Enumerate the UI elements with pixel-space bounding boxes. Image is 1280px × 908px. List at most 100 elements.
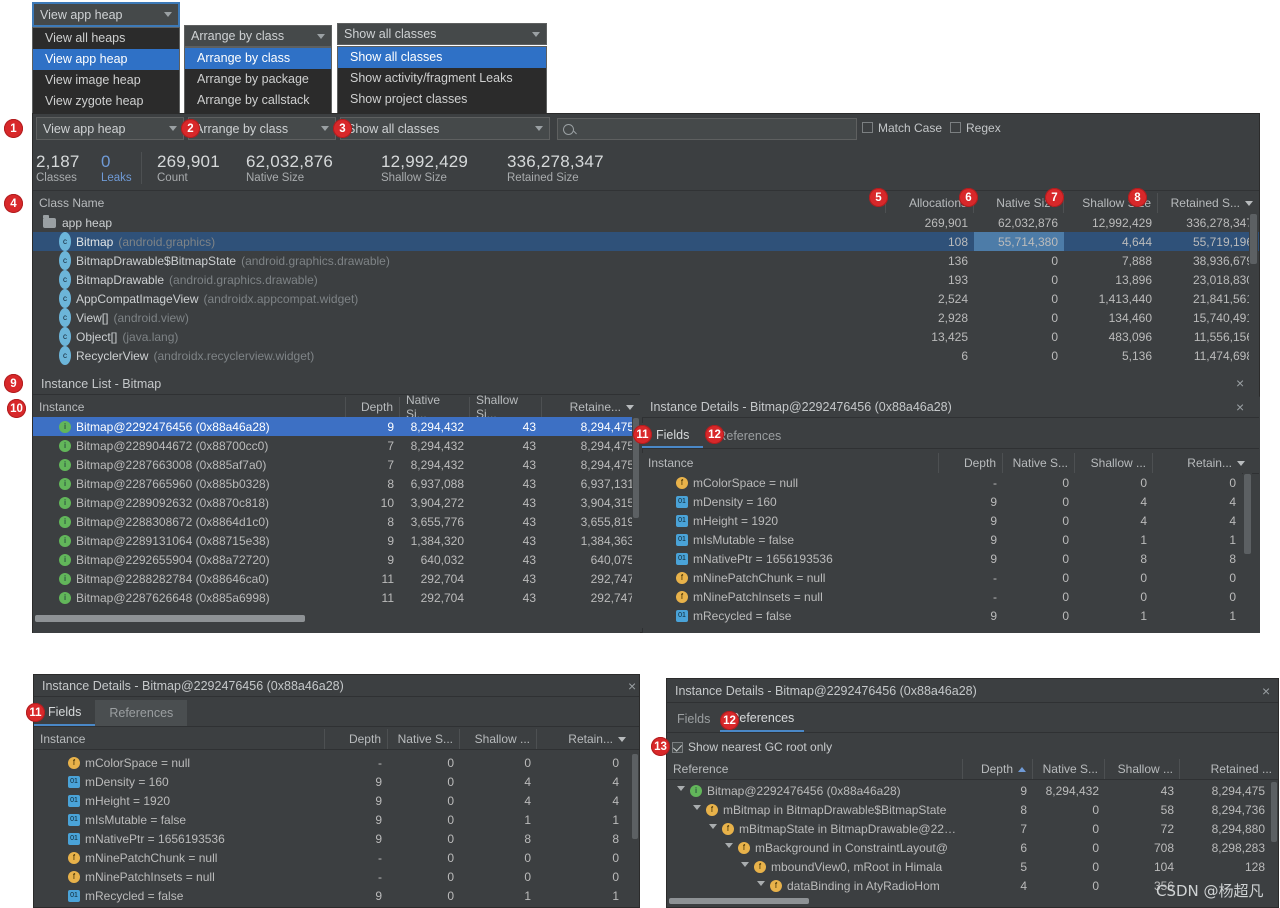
expander-open-icon[interactable] — [757, 881, 765, 890]
tree-row[interactable]: i Bitmap@2292476456 (0x88a46a28) 9 8,294,… — [667, 781, 1271, 800]
table-row[interactable]: 01 mNativePtr = 1656193536 9 0 8 8 — [34, 829, 632, 848]
tree-row[interactable]: f mboundView0, mRoot in Himala 5 0 104 12… — [667, 857, 1271, 876]
table-row[interactable]: f mColorSpace = null - 0 0 0 — [642, 473, 1242, 492]
table-row[interactable]: 01 mDensity = 160 9 0 4 4 — [34, 772, 632, 791]
table-row[interactable]: 01 mIsMutable = false 9 0 1 1 — [34, 810, 632, 829]
details-br-close-button[interactable]: × — [1262, 684, 1270, 698]
column-header-shallow-size[interactable]: Shallow ... — [1075, 453, 1153, 473]
expander-open-icon[interactable] — [677, 786, 685, 795]
scrollbar-thumb[interactable] — [632, 754, 638, 839]
table-row[interactable]: c RecyclerView (androidx.recyclerview.wi… — [33, 346, 1259, 365]
heap-select[interactable]: View app heap — [36, 117, 184, 140]
menu-item-arrange-by-package[interactable]: Arrange by package — [185, 69, 331, 90]
instance-details-close-button-top[interactable]: × — [1236, 400, 1244, 414]
scrollbar-thumb[interactable] — [1244, 474, 1251, 554]
menu-item-show-leaks[interactable]: Show activity/fragment Leaks — [338, 68, 546, 89]
table-row[interactable]: f mNinePatchChunk = null - 0 0 0 — [642, 568, 1242, 587]
gc-root-checkbox-row[interactable]: Show nearest GC root only — [672, 739, 1272, 755]
details-br-vscrollbar[interactable] — [1270, 781, 1278, 895]
column-header-shallow-size[interactable]: Shallow ... — [460, 729, 537, 749]
table-row[interactable]: 01 mNativePtr = 1656193536 9 0 8 8 — [642, 549, 1242, 568]
menu-item-show-all-classes[interactable]: Show all classes — [338, 47, 546, 68]
show-select[interactable]: Show all classes — [340, 117, 550, 140]
table-row[interactable]: 01 mIsMutable = false 9 0 1 1 — [642, 530, 1242, 549]
column-header-native-size[interactable]: Native S... — [1003, 453, 1075, 473]
table-row[interactable]: 01 mRecycled = false 9 0 1 1 — [642, 606, 1242, 625]
show-dropdown-menu[interactable]: Show all classes Show activity/fragment … — [337, 46, 547, 114]
menu-item-arrange-by-callstack[interactable]: Arrange by callstack — [185, 90, 331, 111]
column-header-native-size[interactable]: Native S... — [388, 729, 460, 749]
menu-item-view-app-heap[interactable]: View app heap — [33, 49, 179, 70]
scrollbar-thumb[interactable] — [669, 898, 809, 904]
arrange-combo-floating[interactable]: Arrange by class — [184, 25, 332, 47]
table-row[interactable]: c AppCompatImageView (androidx.appcompat… — [33, 289, 1259, 308]
instance-list-hscrollbar[interactable] — [33, 613, 640, 624]
arrange-dropdown-menu[interactable]: Arrange by class Arrange by package Arra… — [184, 47, 332, 114]
column-header-shallow-size[interactable]: Shallow ... — [1105, 759, 1180, 779]
regex-checkbox[interactable]: Regex — [950, 121, 1001, 135]
expander-open-icon[interactable] — [725, 843, 733, 852]
table-row[interactable]: c Object[] (java.lang) 13,425 0 483,096 … — [33, 327, 1259, 346]
heap-dropdown-menu[interactable]: View all heaps View app heap View image … — [32, 27, 180, 114]
column-header-native-size[interactable]: Native S... — [1033, 759, 1105, 779]
table-row[interactable]: app heap 269,901 62,032,876 12,992,429 3… — [33, 213, 1259, 232]
column-header-retained-size[interactable]: Retained ... — [1180, 759, 1278, 779]
tree-row[interactable]: f mBackground in ConstraintLayout@ 6 0 70… — [667, 838, 1271, 857]
tree-row[interactable]: f mBitmap in BitmapDrawable$BitmapState 8… — [667, 800, 1271, 819]
menu-item-show-project-classes[interactable]: Show project classes — [338, 89, 546, 110]
arrange-select[interactable]: Arrange by class — [188, 117, 336, 140]
scrollbar-thumb[interactable] — [35, 615, 305, 622]
details-bl-close-button[interactable]: × — [628, 679, 636, 693]
table-row[interactable]: c Bitmap (android.graphics) 108 55,714,3… — [33, 232, 1259, 251]
details-bl-vscrollbar[interactable] — [631, 753, 639, 906]
list-item[interactable]: i Bitmap@2289092632 (0x8870c818) 10 3,904… — [33, 493, 640, 512]
table-row[interactable]: f mColorSpace = null - 0 0 0 — [34, 753, 632, 772]
tab-references[interactable]: References — [95, 700, 188, 726]
expander-open-icon[interactable] — [741, 862, 749, 871]
column-header-shallow-size[interactable]: Shallow Si... — [470, 393, 542, 421]
details-top-vscrollbar[interactable] — [1243, 473, 1252, 628]
list-item[interactable]: i Bitmap@2287626648 (0x885a6998) 11 292,7… — [33, 588, 640, 607]
tab-fields[interactable]: Fields — [667, 706, 720, 732]
heap-combo-floating[interactable]: View app heap — [32, 2, 180, 27]
list-item[interactable]: i Bitmap@2288308672 (0x8864d1c0) 8 3,655,… — [33, 512, 640, 531]
expander-open-icon[interactable] — [709, 824, 717, 833]
menu-item-arrange-by-class[interactable]: Arrange by class — [185, 48, 331, 69]
table-row[interactable]: 01 mRecycled = false 9 0 1 1 — [34, 886, 632, 905]
column-header-depth[interactable]: Depth — [963, 759, 1033, 779]
scrollbar-thumb[interactable] — [1271, 782, 1277, 842]
column-header-retained-size[interactable]: Retain... — [1153, 453, 1251, 473]
column-header-depth[interactable]: Depth — [939, 453, 1003, 473]
table-row[interactable]: 01 mHeight = 1920 9 0 4 4 — [642, 511, 1242, 530]
column-header-native-size[interactable]: Native Si... — [400, 393, 470, 421]
list-item[interactable]: i Bitmap@2287665960 (0x885b0328) 8 6,937,… — [33, 474, 640, 493]
table-row[interactable]: 01 mDensity = 160 9 0 4 4 — [642, 492, 1242, 511]
class-table-scrollbar[interactable] — [1249, 213, 1258, 369]
instance-list-close-button[interactable]: × — [1236, 376, 1244, 390]
show-combo-floating[interactable]: Show all classes — [337, 23, 547, 45]
list-item[interactable]: i Bitmap@2289044672 (0x88700cc0) 7 8,294,… — [33, 436, 640, 455]
column-header-retained-size[interactable]: Retaine... — [542, 397, 640, 417]
table-row[interactable]: c BitmapDrawable$BitmapState (android.gr… — [33, 251, 1259, 270]
search-input[interactable] — [557, 118, 857, 140]
table-row[interactable]: f mNinePatchInsets = null - 0 0 0 — [34, 867, 632, 886]
tree-row[interactable]: f mBitmapState in BitmapDrawable@22… 7 0 … — [667, 819, 1271, 838]
list-item[interactable]: i Bitmap@2288282784 (0x88646ca0) 11 292,7… — [33, 569, 640, 588]
column-header-depth[interactable]: Depth — [325, 729, 388, 749]
list-item[interactable]: i Bitmap@2292655904 (0x88a72720) 9 640,03… — [33, 550, 640, 569]
list-item[interactable]: i Bitmap@2289131064 (0x88715e38) 9 1,384,… — [33, 531, 640, 550]
table-row[interactable]: f mNinePatchChunk = null - 0 0 0 — [34, 848, 632, 867]
menu-item-view-image-heap[interactable]: View image heap — [33, 70, 179, 91]
table-row[interactable]: f mNinePatchInsets = null - 0 0 0 — [642, 587, 1242, 606]
table-row[interactable]: c BitmapDrawable (android.graphics.drawa… — [33, 270, 1259, 289]
column-header-retained-size[interactable]: Retained S... — [1158, 193, 1259, 213]
menu-item-view-all-heaps[interactable]: View all heaps — [33, 28, 179, 49]
expander-open-icon[interactable] — [693, 805, 701, 814]
list-item[interactable]: i Bitmap@2287663008 (0x885af7a0) 7 8,294,… — [33, 455, 640, 474]
match-case-checkbox[interactable]: Match Case — [862, 121, 942, 135]
menu-item-view-zygote-heap[interactable]: View zygote heap — [33, 91, 179, 112]
column-header-depth[interactable]: Depth — [346, 397, 400, 417]
instance-list-vscrollbar[interactable] — [632, 417, 640, 610]
list-item[interactable]: i Bitmap@2292476456 (0x88a46a28) 9 8,294,… — [33, 417, 640, 436]
scrollbar-thumb[interactable] — [1250, 214, 1257, 264]
